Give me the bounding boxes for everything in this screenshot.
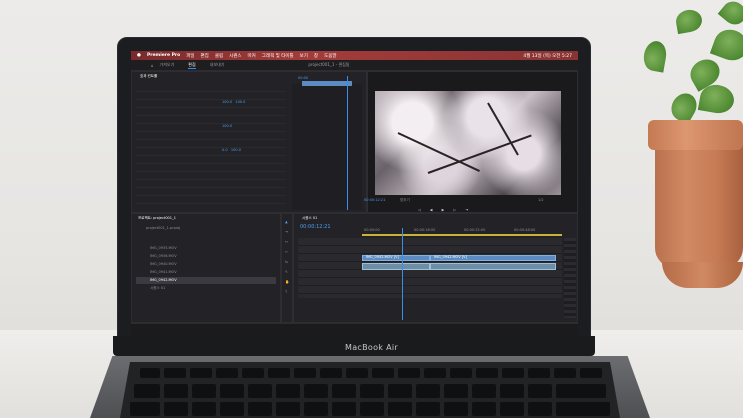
clip-list-item[interactable]: 시퀀스 01 xyxy=(150,286,165,291)
video-clip-label: IMG_0942.MOV [V] xyxy=(434,255,467,259)
playhead[interactable] xyxy=(347,76,348,210)
video-clip-label: IMG_0942.MOV [V] xyxy=(366,255,399,259)
clip-list-item[interactable]: IMG_0935.MOV xyxy=(150,246,177,250)
track-select-tool-icon[interactable]: ⇥ xyxy=(285,230,288,234)
audio-clip[interactable] xyxy=(430,263,556,270)
keyboard xyxy=(120,362,620,418)
home-icon[interactable]: ⌂ xyxy=(151,63,154,68)
project-panel: 프로젝트: project001_1 project001_1.prproj I… xyxy=(131,213,281,323)
effect-controls-panel: 효과 컨트롤 100.0 100.0 100.0 0.0 100.0 00:00 xyxy=(131,71,367,213)
ruler-label: 00:00:16:00 xyxy=(414,228,436,232)
razor-tool-icon[interactable]: ✂ xyxy=(285,250,288,254)
timeline-timecode[interactable]: 00:00:12:21 xyxy=(300,224,331,230)
clip-list-item[interactable]: IMG_0940.MOV xyxy=(150,262,177,266)
apple-icon[interactable]: ● xyxy=(137,53,141,58)
sequence-tab[interactable]: 시퀀스 01 xyxy=(302,216,317,221)
clip-list-item-selected[interactable]: IMG_0942.MOV xyxy=(150,278,177,282)
menu-item[interactable]: 그래픽 및 타이틀 xyxy=(262,53,294,59)
menu-item[interactable]: 보기 xyxy=(300,53,308,59)
project-tab[interactable]: 프로젝트: project001_1 xyxy=(138,216,176,221)
tab-import[interactable]: 가져오기 xyxy=(160,62,175,68)
workspace-tabs: ⌂ 가져오기 편집 내보내기 project001_1 - 편집됨 xyxy=(131,60,578,71)
clip-bar[interactable] xyxy=(302,81,352,86)
ruler-label: 00:00:32:00 xyxy=(464,228,486,232)
audio-clip[interactable] xyxy=(362,263,430,270)
timeline-panel: 시퀀스 01 00:00:12:21 00:00:00 00:00:16:00 … xyxy=(293,213,578,323)
ruler-label: 00:00:00 xyxy=(364,228,380,232)
pen-tool-icon[interactable]: ✎ xyxy=(285,270,288,274)
plant-pot-rim xyxy=(648,120,743,150)
menu-item[interactable]: 클립 xyxy=(215,53,223,59)
laptop-screen: ● Premiere Pro 파일 편집 클립 시퀀스 마커 그래픽 및 타이틀… xyxy=(131,51,578,336)
status-bar xyxy=(131,323,578,336)
menu-item[interactable]: 파일 xyxy=(186,53,194,59)
transport-controls[interactable]: ◁ ◀ ▶ ▷ ⇥ xyxy=(418,208,472,212)
program-monitor: 00:00:12:21 맞추기 1/2 ◁ ◀ ▶ ▷ ⇥ xyxy=(364,71,578,213)
menu-item[interactable]: 마커 xyxy=(248,53,256,59)
tab-export[interactable]: 내보내기 xyxy=(210,62,225,68)
menu-item[interactable]: 창 xyxy=(314,53,318,59)
type-tool-icon[interactable]: T xyxy=(285,290,287,294)
hand-tool-icon[interactable]: ✋ xyxy=(285,280,289,284)
selection-tool-icon[interactable]: ▲ xyxy=(285,220,288,224)
slip-tool-icon[interactable]: ⇆ xyxy=(285,260,288,264)
menu-item[interactable]: 편집 xyxy=(201,53,209,59)
effect-controls-tab[interactable]: 효과 컨트롤 xyxy=(140,74,157,79)
laptop-model-label: MacBook Air xyxy=(345,343,398,352)
ruler-label: 00:00:48:00 xyxy=(514,228,536,232)
tools-panel: ▲ ⇥ ↔ ✂ ⇆ ✎ ✋ T xyxy=(281,213,293,323)
clip-list-item[interactable]: IMG_0941.MOV xyxy=(150,270,177,274)
project-file-name: project001_1.prproj xyxy=(146,226,181,230)
menu-item[interactable]: 시퀀스 xyxy=(229,53,241,59)
project-title: project001_1 - 편집됨 xyxy=(308,62,350,67)
fit-dropdown[interactable]: 맞추기 xyxy=(400,198,410,203)
clock[interactable]: 4월 13일 (목) 오전 5:27 xyxy=(523,53,572,59)
program-timecode[interactable]: 00:00:12:21 xyxy=(364,198,385,202)
ripple-tool-icon[interactable]: ↔ xyxy=(285,240,288,244)
quality-dropdown[interactable]: 1/2 xyxy=(538,198,544,202)
app-name[interactable]: Premiere Pro xyxy=(147,53,180,58)
mac-menu-bar: ● Premiere Pro 파일 편집 클립 시퀀스 마커 그래픽 및 타이틀… xyxy=(131,51,578,60)
cherry-blossom-video-frame xyxy=(375,91,561,195)
clip-list-item[interactable]: IMG_0936.MOV xyxy=(150,254,177,258)
menu-item[interactable]: 도움말 xyxy=(324,53,336,59)
timeline-playhead[interactable] xyxy=(402,228,403,320)
tab-edit[interactable]: 편집 xyxy=(188,62,196,69)
